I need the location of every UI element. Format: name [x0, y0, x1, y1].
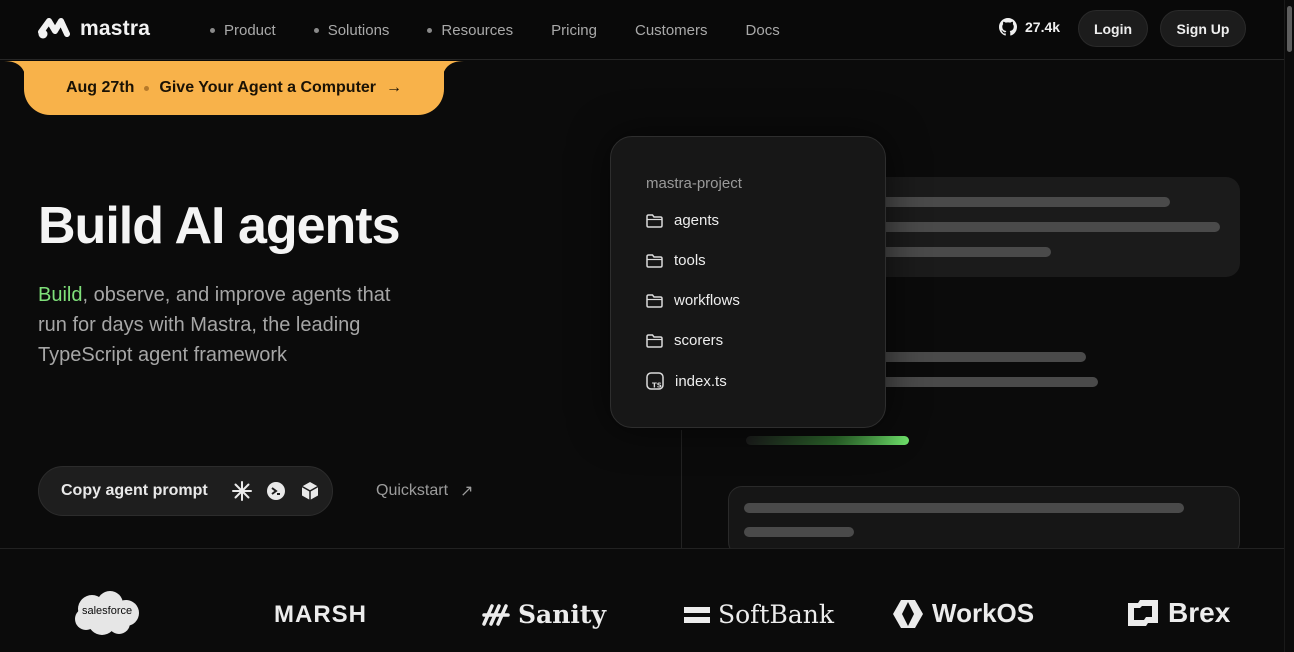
- typescript-file-icon: TS: [646, 372, 664, 390]
- dropdown-dot-icon: [427, 27, 433, 33]
- github-star-count: 27.4k: [1025, 19, 1061, 35]
- brex-logo-text: Brex: [1168, 597, 1231, 628]
- nav-item-label: Resources: [441, 21, 514, 39]
- nav-item-label: Pricing: [551, 21, 597, 39]
- sanity-logo: Sanity: [482, 600, 606, 629]
- hero-subtitle: Build, observe, and improve agents that …: [38, 280, 398, 370]
- copy-agent-prompt-button[interactable]: Copy agent prompt: [38, 466, 333, 516]
- folder-icon: [646, 213, 663, 228]
- nav-item-customers[interactable]: Customers: [635, 22, 708, 39]
- cube-icon: [301, 482, 319, 500]
- placeholder-line: [880, 247, 1051, 257]
- nav-item-product[interactable]: Product: [210, 22, 276, 39]
- file-item-label: scorers: [674, 332, 724, 349]
- file-item-workflows[interactable]: workflows: [646, 292, 740, 309]
- folder-icon: [646, 253, 663, 268]
- softbank-bars-icon: [684, 606, 710, 623]
- cursor-agent-icon: [266, 482, 285, 500]
- file-item-label: workflows: [674, 292, 740, 309]
- file-item-tools[interactable]: tools: [646, 252, 706, 269]
- placeholder-line: [880, 197, 1170, 207]
- project-file-tree: mastra-project agents tools workflows sc…: [610, 136, 886, 428]
- nav-item-docs[interactable]: Docs: [746, 22, 780, 39]
- banner-date: Aug 27th: [65, 79, 135, 96]
- folder-icon: [646, 293, 663, 308]
- sign-up-button[interactable]: Sign Up: [1160, 10, 1246, 47]
- banner-separator-dot: [144, 85, 150, 91]
- hero-subtitle-text: , observe, and improve agents that run f…: [38, 284, 391, 366]
- page-scrollbar[interactable]: [1284, 0, 1294, 652]
- nav-item-label: Customers: [634, 21, 708, 39]
- file-item-label: index.ts: [675, 372, 727, 390]
- login-button[interactable]: Login: [1078, 10, 1148, 47]
- placeholder-line: [744, 527, 854, 537]
- placeholder-line: [880, 352, 1086, 362]
- nav-item-solutions[interactable]: Solutions: [313, 21, 390, 39]
- softbank-logo: SoftBank: [684, 600, 834, 629]
- sanity-slashes-icon: [482, 603, 510, 626]
- github-stars-link[interactable]: 27.4k: [999, 18, 1060, 36]
- placeholder-line: [744, 503, 1184, 513]
- nav-item-resources[interactable]: Resources: [427, 22, 513, 39]
- sparkle-burst-icon: [231, 481, 252, 501]
- dropdown-dot-icon: [210, 27, 215, 33]
- project-name: mastra-project: [646, 175, 742, 192]
- nav-item-label: Product: [224, 21, 276, 39]
- workos-logo-text: WorkOS: [932, 598, 1035, 628]
- mastra-logo-icon: [38, 18, 70, 39]
- placeholder-line: [880, 377, 1098, 387]
- banner-text: Give Your Agent a Computer: [159, 79, 377, 96]
- copy-agent-prompt-label: Copy agent prompt: [61, 482, 208, 499]
- github-icon: [999, 18, 1017, 36]
- announcement-banner[interactable]: Aug 27th Give Your Agent a Computer →: [24, 61, 444, 115]
- svg-text:TS: TS: [652, 382, 662, 390]
- folder-icon: [646, 333, 663, 348]
- arrow-up-right-icon: ↗: [460, 483, 474, 500]
- file-item-label: tools: [674, 252, 706, 269]
- softbank-logo-text: SoftBank: [718, 600, 835, 629]
- brand-logo[interactable]: mastra: [38, 17, 150, 41]
- nav-item-pricing[interactable]: Pricing: [551, 22, 597, 39]
- file-item-index-ts[interactable]: TS index.ts: [646, 372, 727, 390]
- nav-item-label: Docs: [745, 21, 780, 39]
- quickstart-label: Quickstart: [376, 482, 449, 499]
- brex-mark-icon: [1128, 600, 1158, 626]
- workos-diamond-icon: [893, 599, 923, 628]
- customer-logos-strip: salesforce MARSH Sanity SoftBank WorkOS …: [0, 548, 1284, 652]
- workos-logo: WorkOS: [892, 598, 1034, 629]
- output-preview-card: [728, 486, 1240, 556]
- salesforce-logo-text: salesforce: [82, 605, 133, 617]
- file-item-label: agents: [674, 212, 720, 229]
- main-menu: Product Solutions Resources Pricing Cust…: [210, 0, 818, 60]
- marsh-logo: MARSH: [274, 601, 367, 629]
- progress-glow-bar: [746, 436, 909, 445]
- marsh-logo-text: MARSH: [274, 601, 367, 628]
- sanity-logo-text: Sanity: [518, 600, 607, 629]
- file-item-agents[interactable]: agents: [646, 212, 719, 229]
- dropdown-dot-icon: [313, 27, 319, 33]
- top-navigation: mastra Product Solutions Resources Prici…: [0, 0, 1284, 60]
- quickstart-link[interactable]: Quickstart ↗: [376, 481, 473, 501]
- brand-name: mastra: [80, 17, 151, 40]
- agent-icons: [231, 481, 320, 501]
- divider-line: [681, 430, 682, 548]
- hero-subtitle-highlight: Build: [38, 284, 83, 306]
- file-item-scorers[interactable]: scorers: [646, 332, 723, 349]
- code-preview-card: [865, 177, 1240, 277]
- brex-logo: Brex: [1126, 597, 1230, 629]
- nav-item-label: Solutions: [327, 21, 390, 39]
- arrow-right-icon: →: [386, 79, 403, 96]
- placeholder-line: [880, 222, 1220, 232]
- hero-title: Build AI agents: [38, 197, 401, 255]
- scrollbar-thumb[interactable]: [1287, 6, 1292, 52]
